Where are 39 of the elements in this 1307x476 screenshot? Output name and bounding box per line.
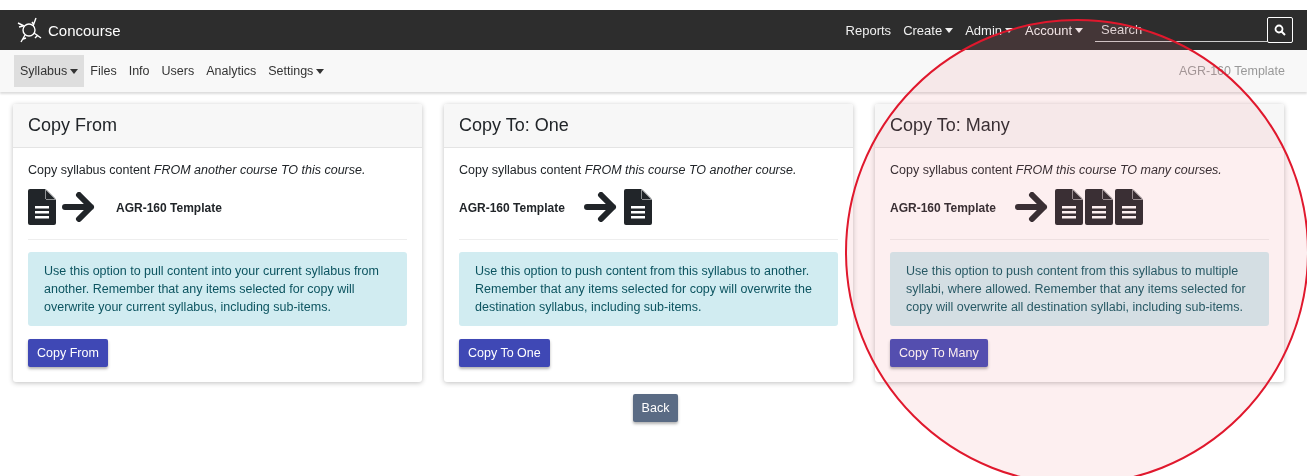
document-icon <box>28 189 56 225</box>
nav-menu-item[interactable]: Admin <box>965 22 1013 38</box>
card-title: Copy To: Many <box>875 104 1284 148</box>
arrow-icon <box>584 192 618 222</box>
document-icon <box>624 189 652 225</box>
card-title: Copy From <box>13 104 422 148</box>
search-field[interactable]: Search <box>1095 18 1267 42</box>
search-icon <box>1274 24 1286 36</box>
document-icon <box>1085 189 1113 225</box>
arrow-icon <box>62 192 96 222</box>
tab[interactable]: Users <box>155 55 201 87</box>
course-title: AGR-160 Template <box>116 201 222 215</box>
search-button[interactable] <box>1267 17 1293 43</box>
nav-menu-item[interactable]: Create <box>903 22 954 38</box>
document-icon <box>1115 189 1143 225</box>
info-alert: Use this option to pull content into your current syllabus from another. Remember that any items selected for copy will overwrite your current syllabus, including sub-items. <box>28 252 407 326</box>
brand-name: Concourse <box>48 21 121 39</box>
copy-button[interactable]: Copy To One <box>459 339 550 367</box>
logo-icon <box>16 17 42 43</box>
nav-menu-item[interactable]: Account <box>1025 22 1083 38</box>
back-button[interactable]: Back <box>632 394 679 422</box>
copy-button[interactable]: Copy To Many <box>890 339 988 367</box>
arrow-icon <box>1015 192 1049 222</box>
info-alert: Use this option to push content from this syllabus to another. Remember that any items selected for copy will overwrite the destination syllabus, including sub-items. <box>459 252 838 326</box>
info-alert: Use this option to push content from this syllabus to multiple syllabi, where allowed. Remember that any items selected for copy will overwrite all destination syllabi, including sub-items. <box>890 252 1269 326</box>
tab[interactable]: Files <box>84 55 123 87</box>
tab[interactable]: Syllabus <box>14 55 85 87</box>
card-description: Copy syllabus content FROM this course TO another course. <box>459 163 798 177</box>
tab[interactable]: Info <box>122 55 156 87</box>
copy-button[interactable]: Copy From <box>28 339 108 367</box>
card-description: Copy syllabus content FROM another course TO this course. <box>28 163 367 177</box>
tab[interactable]: Settings <box>262 55 331 87</box>
document-icon <box>1055 189 1083 225</box>
course-title: AGR-160 Template <box>890 201 997 215</box>
course-title: AGR-160 Template <box>459 201 566 215</box>
card-description: Copy syllabus content FROM this course TO many courses. <box>890 163 1223 177</box>
nav-menu-item[interactable]: Reports <box>845 22 892 38</box>
card-title: Copy To: One <box>444 104 853 148</box>
tab[interactable]: Analytics <box>200 55 263 87</box>
